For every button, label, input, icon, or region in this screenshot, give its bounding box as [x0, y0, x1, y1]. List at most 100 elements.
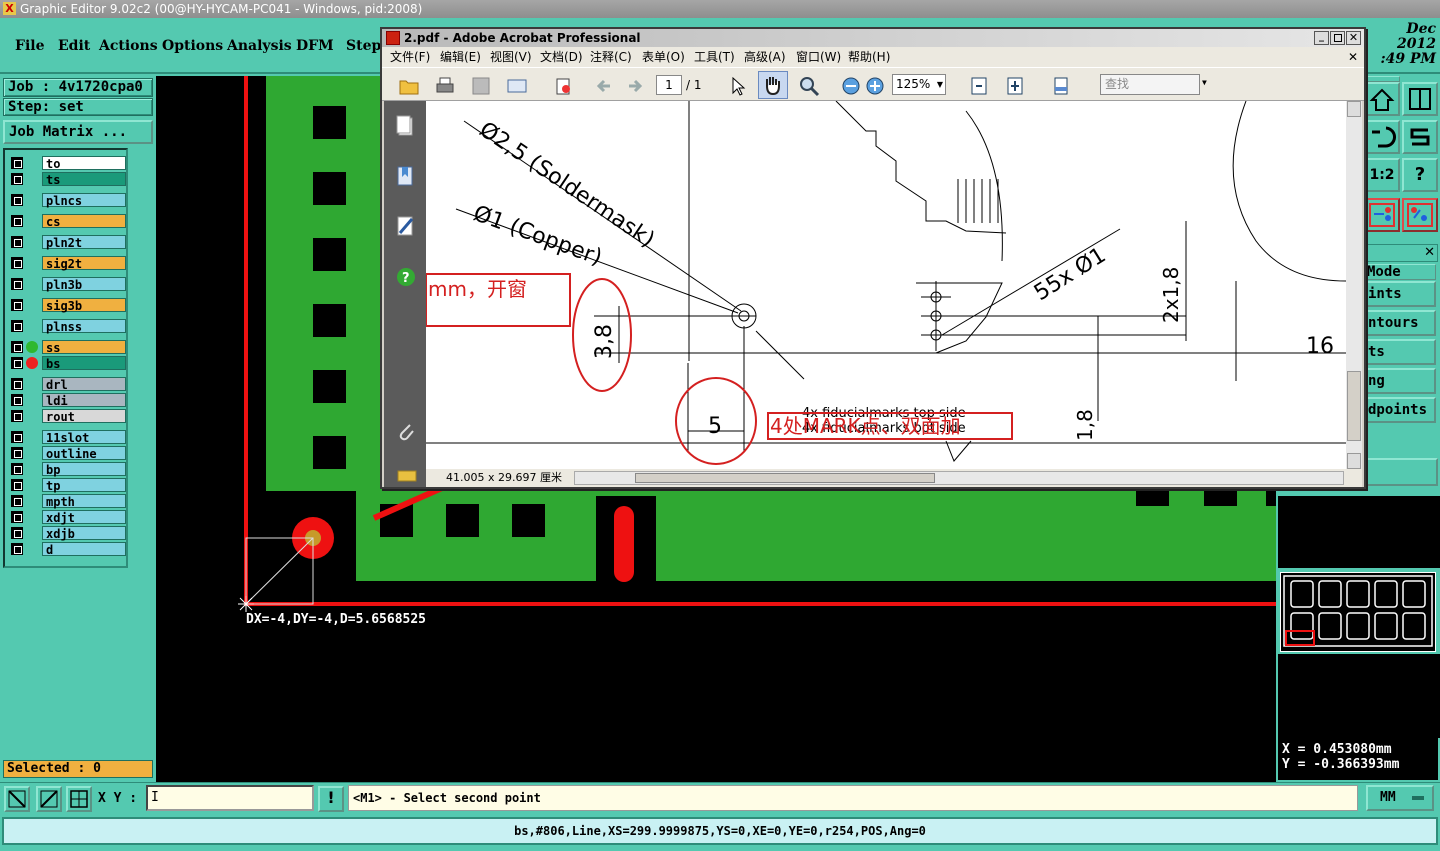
layer-row-bp[interactable]: bp: [9, 462, 126, 477]
home-button[interactable]: [1364, 82, 1400, 116]
layer-row-pln2t[interactable]: pln2t: [9, 235, 126, 250]
layer-name[interactable]: plnss: [42, 319, 126, 334]
acro-menu-tools[interactable]: 工具(T): [694, 47, 735, 67]
layer-name[interactable]: ts: [42, 172, 126, 187]
search-input[interactable]: 查找: [1100, 74, 1200, 95]
open-icon[interactable]: [398, 75, 420, 97]
ratio-button[interactable]: 1:2: [1364, 158, 1400, 192]
save-icon[interactable]: [470, 75, 492, 97]
menu-dfm[interactable]: DFM: [296, 38, 334, 54]
layer-name[interactable]: bp: [42, 462, 126, 477]
email-icon[interactable]: [506, 75, 528, 97]
close-icon[interactable]: ✕: [1346, 31, 1361, 45]
next-page-icon[interactable]: [624, 75, 646, 97]
acro-menu-file[interactable]: 文件(F): [390, 47, 430, 67]
acro-menu-help[interactable]: 帮助(H): [848, 47, 890, 67]
menu-edit[interactable]: Edit: [58, 38, 90, 54]
layer-row-to[interactable]: to: [9, 156, 126, 171]
layer-name[interactable]: sig2t: [42, 256, 126, 271]
layer-checkbox[interactable]: [11, 495, 23, 507]
print-icon[interactable]: [434, 75, 456, 97]
panel-apply-button[interactable]: [1364, 458, 1438, 486]
acro-menu-forms[interactable]: 表单(O): [642, 47, 685, 67]
layer-checkbox[interactable]: [11, 479, 23, 491]
layer-row-mpth[interactable]: mpth: [9, 494, 126, 509]
layer-name[interactable]: ss: [42, 340, 126, 355]
panel-list-mode[interactable]: Mode: [1364, 264, 1436, 280]
acro-menu-view[interactable]: 视图(V): [490, 47, 532, 67]
attachments-icon[interactable]: [396, 421, 416, 445]
layer-checkbox[interactable]: [11, 511, 23, 523]
layer-row-ss[interactable]: ss: [9, 340, 126, 355]
zoom-toggle-button[interactable]: [1364, 120, 1400, 154]
layer-name[interactable]: to: [42, 156, 126, 171]
layer-row-outline[interactable]: outline: [9, 446, 126, 461]
search-dropdown-icon[interactable]: ▼: [1202, 78, 1207, 87]
layer-name[interactable]: plncs: [42, 193, 126, 208]
layers-panel-icon[interactable]: [396, 467, 418, 483]
xy-input[interactable]: I: [146, 785, 314, 811]
help-circle-icon[interactable]: ?: [396, 267, 416, 289]
layer-name[interactable]: bs: [42, 356, 126, 371]
layer-row-rout[interactable]: rout: [9, 409, 126, 424]
layer-name[interactable]: xdjb: [42, 526, 126, 541]
panel-list-points[interactable]: ints: [1364, 281, 1436, 307]
layer-checkbox[interactable]: [11, 257, 23, 269]
layer-name[interactable]: cs: [42, 214, 126, 229]
panel-list-ng[interactable]: ng: [1364, 368, 1436, 394]
layer-name[interactable]: tp: [42, 478, 126, 493]
menu-analysis[interactable]: Analysis: [227, 38, 292, 54]
layer-name[interactable]: pln3b: [42, 277, 126, 292]
menu-file[interactable]: File: [15, 38, 44, 54]
select-tool-icon[interactable]: [728, 75, 750, 97]
layer-row-cs[interactable]: cs: [9, 214, 126, 229]
grid-icon[interactable]: [66, 786, 92, 812]
snap-button[interactable]: [1402, 120, 1438, 154]
bookmarks-icon[interactable]: [396, 165, 416, 189]
maximize-button[interactable]: [1330, 31, 1345, 45]
layer-checkbox[interactable]: [11, 463, 23, 475]
layer-name[interactable]: pln2t: [42, 235, 126, 250]
help-button[interactable]: ?: [1402, 158, 1438, 192]
doc-close-icon[interactable]: ✕: [1348, 47, 1358, 67]
units-select[interactable]: MM: [1366, 785, 1434, 811]
zoom-area-icon[interactable]: [4, 786, 30, 812]
vertical-scrollbar[interactable]: [1346, 101, 1362, 469]
layer-tool-button[interactable]: [1364, 198, 1400, 232]
layer-checkbox[interactable]: [11, 236, 23, 248]
layer-checkbox[interactable]: [11, 410, 23, 422]
layer-checkbox[interactable]: [11, 543, 23, 555]
layer-name[interactable]: 11slot: [42, 430, 126, 445]
signatures-icon[interactable]: [396, 215, 416, 239]
acro-menu-advanced[interactable]: 高级(A): [744, 47, 786, 67]
layer-checkbox[interactable]: [11, 378, 23, 390]
layer-checkbox[interactable]: [11, 215, 23, 227]
layer-row-tp[interactable]: tp: [9, 478, 126, 493]
layer-row-ts[interactable]: ts: [9, 172, 126, 187]
layer-tool-button-2[interactable]: [1402, 198, 1438, 232]
layer-row-xdjb[interactable]: xdjb: [9, 526, 126, 541]
layer-row-sig3b[interactable]: sig3b: [9, 298, 126, 313]
panel-close-icon[interactable]: ✕: [1424, 245, 1435, 260]
menu-step[interactable]: Step: [346, 38, 381, 54]
layer-row-11slot[interactable]: 11slot: [9, 430, 126, 445]
layer-checkbox[interactable]: [11, 299, 23, 311]
layer-checkbox[interactable]: [11, 357, 23, 369]
zoom-select[interactable]: 125% ▼: [892, 74, 946, 95]
fit-page-icon[interactable]: [968, 75, 990, 97]
layer-checkbox[interactable]: [11, 278, 23, 290]
prev-page-icon[interactable]: [594, 75, 616, 97]
layer-checkbox[interactable]: [11, 431, 23, 443]
layer-row-plnss[interactable]: plnss: [9, 319, 126, 334]
layer-checkbox[interactable]: [11, 394, 23, 406]
page-number-input[interactable]: 1: [656, 75, 682, 95]
zoom-out-icon[interactable]: [840, 75, 862, 97]
zoom-tool-icon[interactable]: [798, 75, 820, 97]
execute-button[interactable]: !: [318, 786, 344, 812]
create-pdf-icon[interactable]: [552, 75, 574, 97]
layer-name[interactable]: rout: [42, 409, 126, 424]
layer-name[interactable]: d: [42, 542, 126, 557]
horizontal-scrollbar[interactable]: [574, 471, 1344, 485]
acro-menu-edit[interactable]: 编辑(E): [440, 47, 481, 67]
hand-tool-button[interactable]: [758, 71, 788, 99]
